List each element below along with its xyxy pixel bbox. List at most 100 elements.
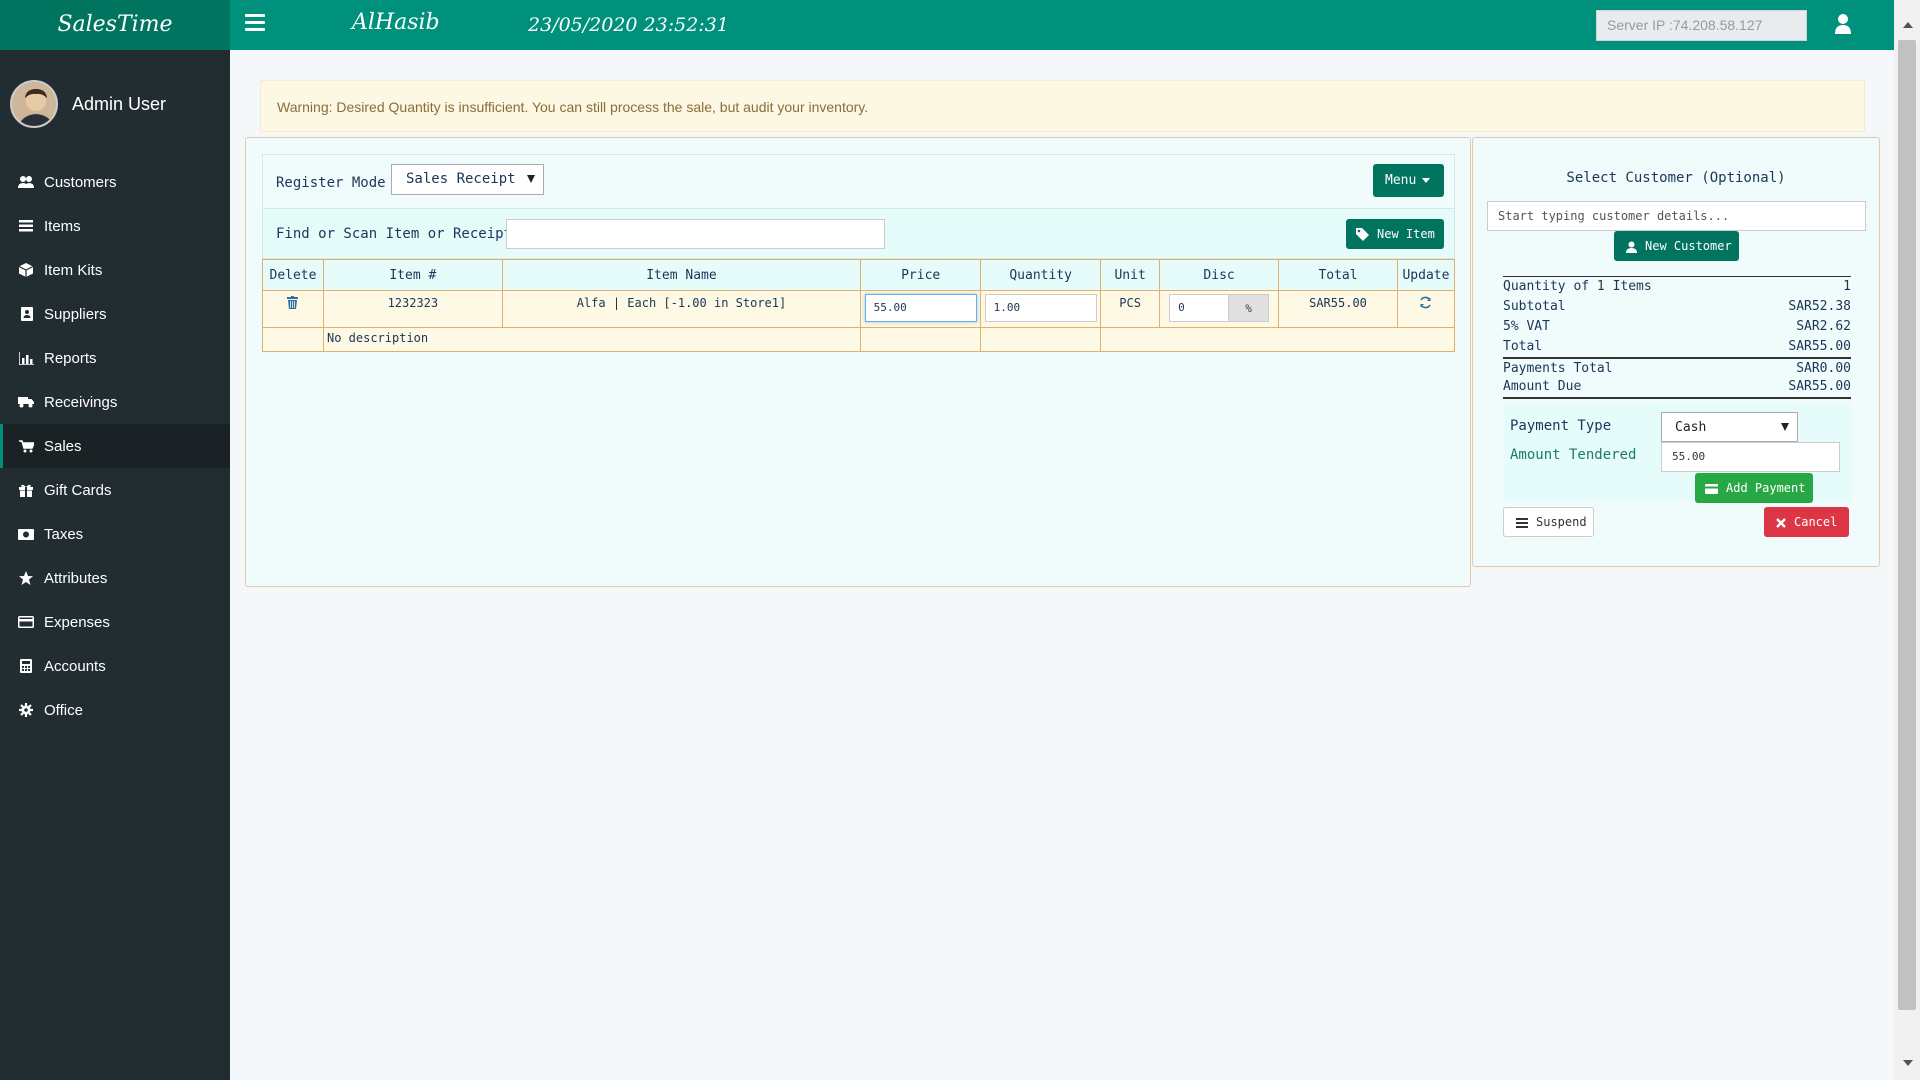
column-header: Delete (262, 259, 324, 291)
sidebar-item-attributes[interactable]: Attributes (0, 556, 230, 600)
sidebar-item-label: Receivings (44, 393, 118, 411)
suspend-button[interactable]: Suspend (1503, 507, 1594, 537)
find-item-input[interactable] (506, 219, 885, 249)
new-customer-button[interactable]: New Customer (1614, 231, 1739, 261)
users-icon (18, 175, 34, 189)
column-header: Item Name (501, 259, 862, 291)
sidebar-item-label: Office (44, 701, 83, 719)
summary-row-amount-due: Amount Due SAR55.00 (1503, 379, 1851, 394)
menu-label: Menu (1385, 173, 1417, 188)
add-payment-button[interactable]: Add Payment (1695, 473, 1813, 503)
column-header: Disc (1159, 259, 1280, 291)
column-header: Update (1396, 259, 1456, 291)
sidebar-item-gift-cards[interactable]: Gift Cards (0, 468, 230, 512)
credit-card-icon (1705, 483, 1718, 494)
column-header: Total (1278, 259, 1398, 291)
money-icon (18, 527, 34, 541)
refresh-icon[interactable] (1419, 296, 1432, 309)
sidebar-item-items[interactable]: Items (0, 204, 230, 248)
avatar (10, 80, 58, 128)
sidebar-item-label: Taxes (44, 525, 84, 543)
sidebar-item-label: Item Kits (44, 261, 103, 279)
user-icon[interactable] (1834, 13, 1852, 35)
customer-search-input[interactable]: Start typing customer details... (1487, 201, 1866, 231)
cancel-label: Cancel (1794, 515, 1838, 529)
trash-icon[interactable] (287, 296, 299, 309)
item-name: Alfa | Each [-1.00 in Store1] (501, 290, 862, 328)
sidebar-item-label: Gift Cards (44, 481, 112, 499)
payment-type-label: Payment Type (1510, 418, 1612, 434)
register-panel: Register Mode Sales Receipt Menu Find or… (245, 137, 1471, 587)
amount-tendered-label: Amount Tendered (1510, 447, 1637, 463)
list-icon (18, 219, 34, 233)
sidebar-item-expenses[interactable]: Expenses (0, 600, 230, 644)
caret-down-icon (1781, 423, 1789, 431)
find-item-row: Find or Scan Item or Receipt New Item (262, 209, 1455, 259)
item-description: No description (322, 327, 862, 352)
discount-type-toggle[interactable]: % (1229, 294, 1270, 322)
sidebar-nav: Customers Items Item Kits Suppliers Repo… (0, 160, 230, 732)
amount-tendered-input[interactable]: 55.00 (1661, 442, 1840, 472)
cancel-button[interactable]: Cancel (1764, 507, 1849, 537)
company-name: AlHasib (352, 10, 440, 35)
summary-row-vat: 5% VAT SAR2.62 (1503, 319, 1851, 334)
hamburger-menu-icon[interactable] (245, 14, 265, 34)
list-icon (1516, 517, 1528, 528)
cart-header-row: Delete Item # Item Name Price Quantity U… (262, 259, 1456, 291)
sidebar-item-suppliers[interactable]: Suppliers (0, 292, 230, 336)
scroll-thumb[interactable] (1898, 40, 1916, 1010)
sidebar-item-customers[interactable]: Customers (0, 160, 230, 204)
add-payment-label: Add Payment (1726, 481, 1806, 495)
sidebar-item-label: Items (44, 217, 81, 235)
summary-row-payments: Payments Total SAR0.00 (1503, 357, 1851, 377)
star-icon (18, 571, 34, 585)
new-item-label: New Item (1377, 227, 1435, 241)
summary-row-total: Total SAR55.00 (1503, 339, 1851, 354)
new-item-button[interactable]: New Item (1346, 219, 1444, 249)
calculator-icon (18, 659, 34, 673)
sidebar-item-item-kits[interactable]: Item Kits (0, 248, 230, 292)
page-scrollbar[interactable] (1894, 0, 1920, 1080)
sidebar-item-label: Expenses (44, 613, 110, 631)
price-input[interactable]: 55.00 (864, 294, 977, 322)
sidebar-item-label: Suppliers (44, 305, 107, 323)
sidebar-item-accounts[interactable]: Accounts (0, 644, 230, 688)
credit-card-icon (18, 615, 34, 629)
update-cell (1396, 290, 1456, 328)
sidebar-item-reports[interactable]: Reports (0, 336, 230, 380)
bar-chart-icon (18, 351, 34, 365)
menu-button[interactable]: Menu (1373, 164, 1444, 197)
quantity-input[interactable]: 1.00 (984, 294, 1097, 322)
discount-group: 0 % (1169, 294, 1270, 322)
sale-summary-panel: Select Customer (Optional) Start typing … (1472, 137, 1880, 567)
register-mode-select[interactable]: Sales Receipt (391, 164, 544, 195)
sidebar-item-taxes[interactable]: Taxes (0, 512, 230, 556)
user-panel: Admin User (0, 50, 230, 155)
scroll-down-arrow-icon[interactable] (1903, 1060, 1913, 1066)
sidebar-item-receivings[interactable]: Receivings (0, 380, 230, 424)
table-row: No description (262, 327, 1455, 352)
user-icon (1626, 241, 1637, 253)
address-book-icon (18, 307, 34, 321)
item-number: 1232323 (322, 290, 503, 328)
sidebar-item-sales[interactable]: Sales (0, 424, 230, 468)
column-header: Quantity (980, 259, 1102, 291)
new-customer-label: New Customer (1645, 239, 1732, 253)
insufficient-quantity-warning: Warning: Desired Quantity is insufficien… (260, 80, 1865, 132)
top-navbar: SalesTime AlHasib 23/05/2020 23:52:31 Se… (0, 0, 1894, 50)
scroll-up-arrow-icon[interactable] (1903, 22, 1913, 28)
payment-type-select[interactable]: Cash (1661, 412, 1798, 442)
tag-icon (1356, 228, 1369, 241)
find-item-label: Find or Scan Item or Receipt (276, 226, 513, 242)
line-total: SAR55.00 (1278, 290, 1398, 328)
user-name: Admin User (72, 94, 167, 114)
totals-summary: Quantity of 1 Items 1 Subtotal SAR52.38 5%… (1503, 276, 1851, 399)
discount-input[interactable]: 0 (1169, 294, 1230, 322)
column-header: Price (860, 259, 982, 291)
payment-type-value: Cash (1675, 420, 1707, 435)
delete-cell (262, 290, 324, 328)
cart-table: Delete Item # Item Name Price Quantity U… (262, 259, 1456, 352)
sidebar-item-office[interactable]: Office (0, 688, 230, 732)
column-header: Unit (1100, 259, 1161, 291)
brand-logo[interactable]: SalesTime (0, 0, 230, 50)
